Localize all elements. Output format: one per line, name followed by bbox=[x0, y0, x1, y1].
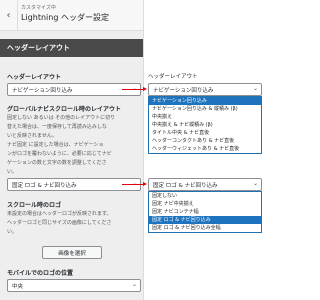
desc-line: い。 bbox=[7, 169, 18, 175]
right-header-layout-value: ナビゲーション回り込み bbox=[153, 88, 214, 94]
right-header-layout-select[interactable]: ナビゲーション回り込み ⌄ bbox=[148, 83, 262, 96]
dropdown-option[interactable]: 固定 ナビコンテナ幅 bbox=[149, 208, 261, 216]
arrow-icon bbox=[122, 87, 147, 91]
chevron-left-icon: ‹ bbox=[6, 9, 11, 21]
section-title-bar: ヘッダーレイアウト bbox=[0, 39, 143, 57]
desc-line: ナビ固定 に設定した場合は、ナビゲーショ bbox=[7, 142, 104, 148]
header-subtitle: カスタマイズ中 bbox=[21, 5, 56, 11]
chevron-down-icon: ⌄ bbox=[252, 180, 258, 187]
dropdown-option[interactable]: ヘッダーコンタクトあり & ナビ直後 bbox=[149, 137, 261, 145]
global-nav-value: 固定 ロゴ & ナビ回り込み bbox=[12, 183, 77, 189]
mobile-logo-select[interactable]: 中央 ⌄ bbox=[7, 279, 141, 292]
dropdown-option[interactable]: ナビゲーション回り込み & 縦積み (β) bbox=[149, 105, 261, 113]
desc-line: ゲーションの数と文字の数を調整してくださ bbox=[7, 160, 107, 166]
header-title: Lightning ヘッダー設定 bbox=[21, 13, 109, 22]
mobile-logo-label: モバイルでのロゴの位置 bbox=[7, 270, 74, 277]
right-scroll-layout-select[interactable]: 固定 ロゴ & ナビ回り込み ⌄ bbox=[148, 178, 262, 191]
dropdown-option[interactable]: 中央揃え & ナビ縦積み (β) bbox=[149, 121, 261, 129]
section-title: ヘッダーレイアウト bbox=[7, 44, 70, 52]
back-button[interactable]: ‹ bbox=[0, 0, 18, 30]
arrow-icon bbox=[122, 182, 147, 186]
select-image-button[interactable]: 画像を選択 bbox=[42, 246, 102, 259]
right-scroll-layout-value: 固定 ロゴ & ナビ回り込み bbox=[153, 183, 218, 189]
right-header-layout-label: ヘッダーレイアウト bbox=[148, 74, 198, 80]
desc-line: 替えた場合は、一度保存して再読み込みしな bbox=[7, 124, 107, 130]
scroll-logo-label: スクロール時のロゴ bbox=[7, 202, 62, 209]
dropdown-option[interactable]: 固定 ロゴ & ナビ回り込み全幅 bbox=[149, 224, 261, 232]
dropdown-option[interactable]: 固定 ナビ中央揃え bbox=[149, 200, 261, 208]
desc-line: ンがロゴを覆わないように、必要に応じてナビ bbox=[7, 151, 112, 157]
desc-line: 未設定の場合はヘッダーロゴが反映されます。 bbox=[7, 211, 112, 217]
scroll-logo-description: 未設定の場合はヘッダーロゴが反映されます。 ヘッダーロゴと同じサイズの画像にして… bbox=[7, 210, 137, 237]
customizer-header: ‹ カスタマイズ中 Lightning ヘッダー設定 bbox=[0, 0, 143, 31]
chevron-down-icon: ⌄ bbox=[131, 281, 137, 288]
desc-line: いと反映されません。 bbox=[7, 133, 57, 139]
global-nav-label: グローバルナビスクロール時のレイアウト bbox=[7, 106, 121, 113]
dropdown-option[interactable]: ヘッダーウィジェットあり & ナビ直後 bbox=[149, 145, 261, 153]
global-nav-description: 固定しない あるいは その他のレイアウトに切り 替えた場合は、一度保存して再読み… bbox=[7, 114, 137, 177]
dropdown-option[interactable]: 中央揃え bbox=[149, 113, 261, 121]
scroll-layout-options: 固定しない 固定 ナビ中央揃え 固定 ナビコンテナ幅 固定 ロゴ & ナビ回り込… bbox=[148, 191, 262, 233]
desc-line: い。 bbox=[7, 229, 18, 235]
header-layout-value: ナビゲーション回り込み bbox=[12, 88, 73, 94]
header-layout-options: ナビゲーション回り込み ナビゲーション回り込み & 縦積み (β) 中央揃え 中… bbox=[148, 96, 262, 154]
header-layout-select[interactable]: ナビゲーション回り込み ⌄ bbox=[7, 83, 141, 96]
chevron-down-icon: ⌄ bbox=[252, 85, 258, 92]
desc-line: ヘッダーロゴと同じサイズの画像にしてくださ bbox=[7, 220, 112, 226]
customizer-panel: ‹ カスタマイズ中 Lightning ヘッダー設定 ヘッダーレイアウト ヘッダ… bbox=[0, 0, 144, 300]
desc-line: 固定しない あるいは その他のレイアウトに切り bbox=[7, 115, 116, 121]
dropdown-option[interactable]: 固定しない bbox=[149, 192, 261, 200]
global-nav-select[interactable]: 固定 ロゴ & ナビ回り込み ⌄ bbox=[7, 178, 141, 191]
dropdown-option[interactable]: ナビゲーション回り込み bbox=[149, 97, 261, 105]
mobile-logo-value: 中央 bbox=[12, 284, 24, 290]
header-layout-label: ヘッダーレイアウト bbox=[7, 74, 62, 81]
dropdown-option[interactable]: タイトル中央 & ナビ直後 bbox=[149, 129, 261, 137]
dropdown-option[interactable]: 固定 ロゴ & ナビ回り込み bbox=[149, 216, 261, 224]
